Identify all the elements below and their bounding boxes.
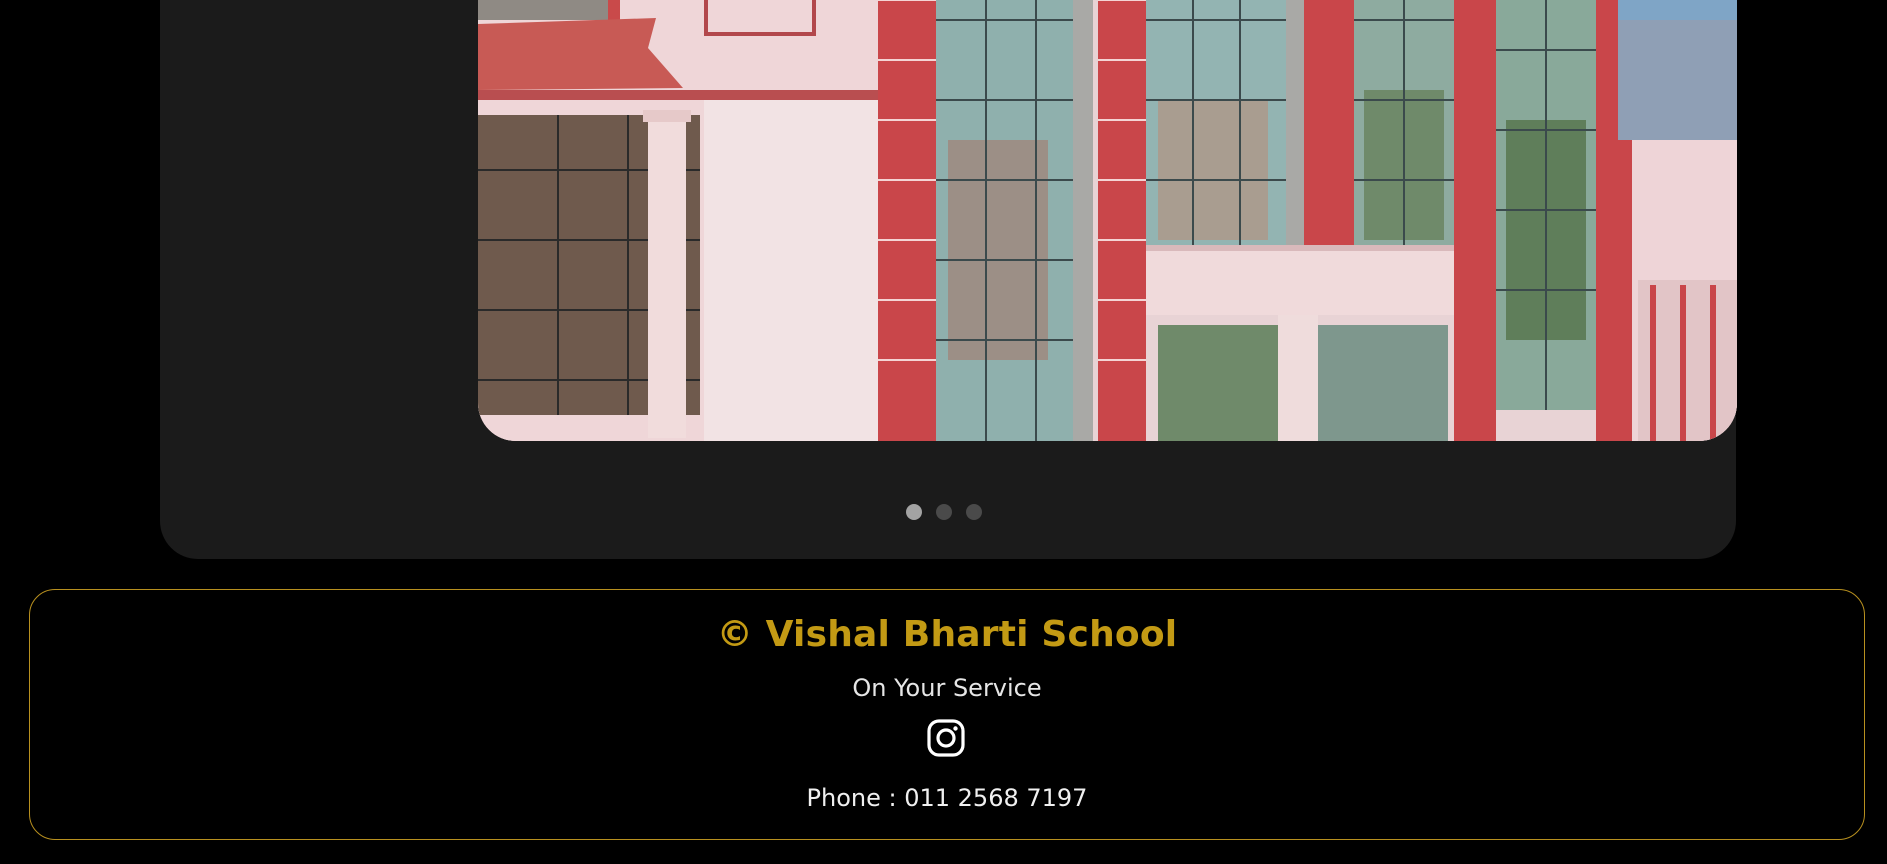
school-building-photo [478, 0, 1737, 441]
footer: © Vishal Bharti School On Your Service P… [29, 589, 1865, 840]
carousel-dots [0, 504, 1887, 520]
instagram-icon[interactable] [926, 718, 966, 758]
footer-title: © Vishal Bharti School [716, 614, 1178, 655]
carousel-dot-3[interactable] [965, 504, 982, 520]
carousel-dot-2[interactable] [935, 504, 952, 520]
carousel-dot-1[interactable] [905, 504, 922, 520]
carousel-panel [160, 0, 1737, 559]
footer-phone: Phone : 011 2568 7197 [806, 784, 1088, 812]
carousel-slide-image[interactable] [478, 0, 1737, 441]
page: © Vishal Bharti School On Your Service P… [0, 0, 1887, 864]
footer-tagline: On Your Service [852, 674, 1042, 702]
